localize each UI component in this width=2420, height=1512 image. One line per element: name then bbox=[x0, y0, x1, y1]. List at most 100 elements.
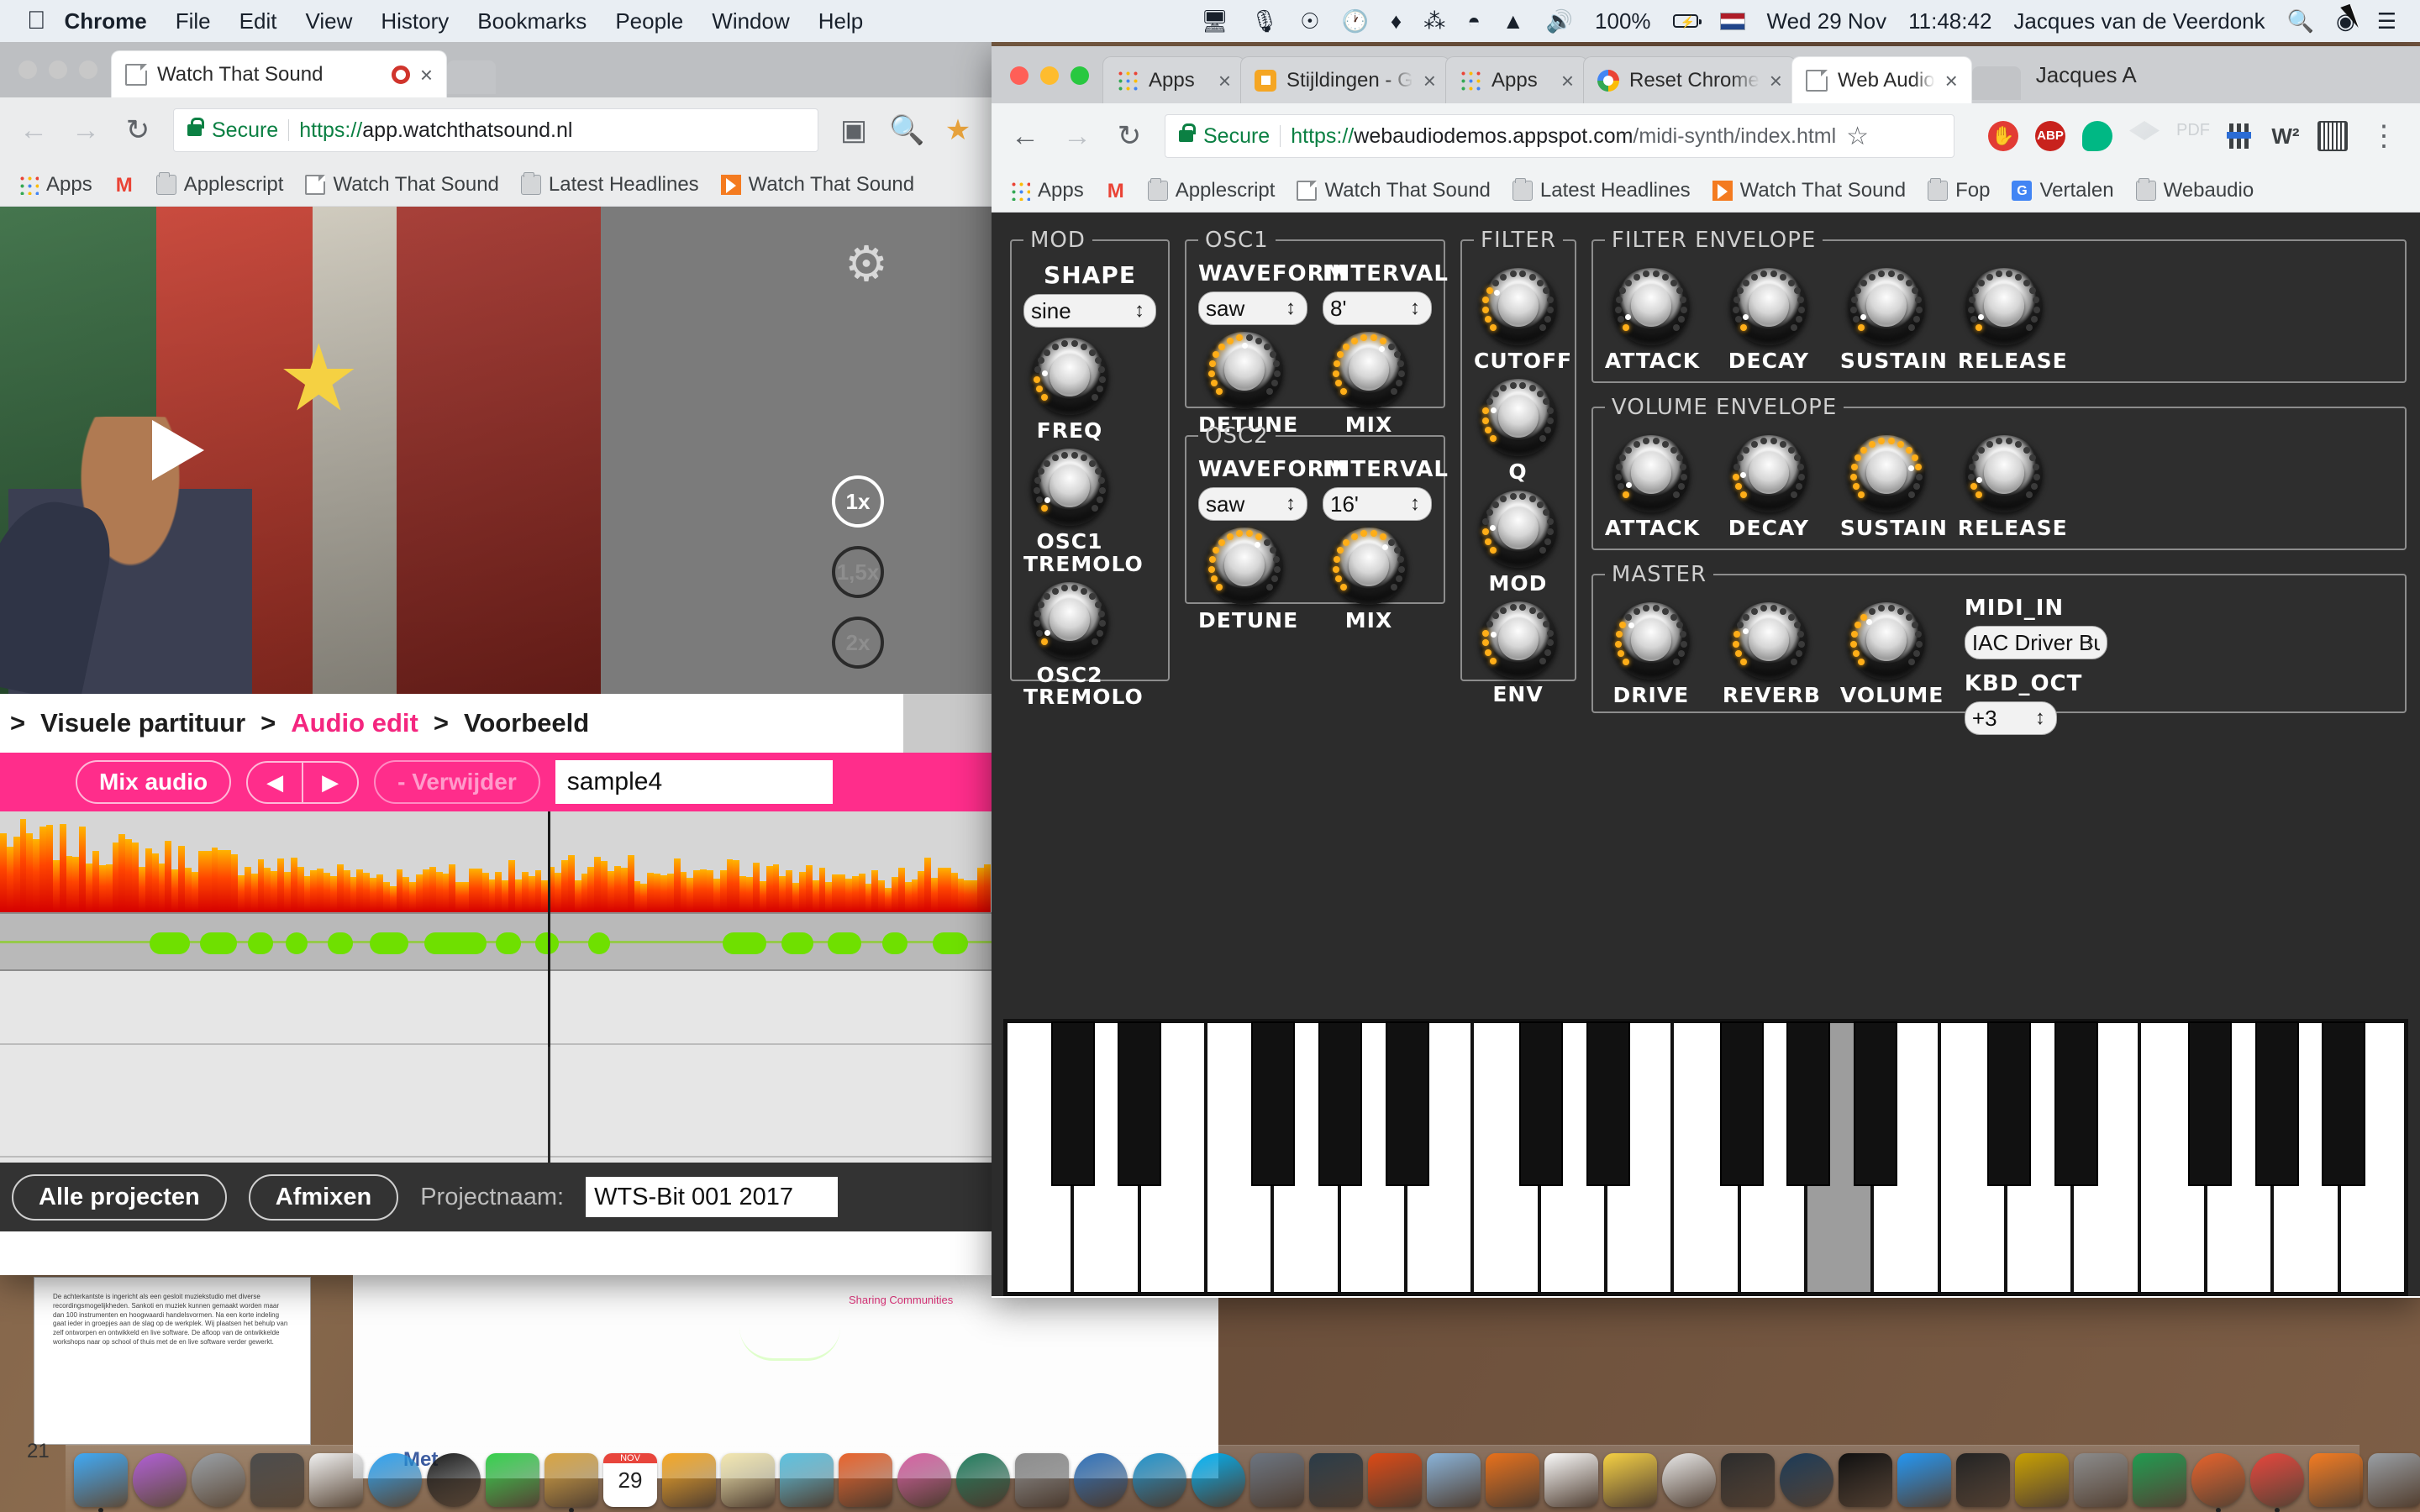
sample-blob[interactable] bbox=[781, 932, 813, 954]
kbd-oct-select[interactable]: +3 bbox=[1965, 701, 2057, 735]
dock-wts-icon[interactable] bbox=[2309, 1453, 2363, 1507]
knob-filter-env-sustain[interactable]: SUSTAIN bbox=[1840, 261, 1933, 372]
prev-sample-button[interactable]: ◀ bbox=[248, 763, 303, 802]
piano-black-key[interactable] bbox=[1854, 1021, 1897, 1186]
dock-facetime-icon[interactable] bbox=[486, 1453, 539, 1507]
knob-dial[interactable] bbox=[1480, 601, 1557, 679]
bookmark-webaudio[interactable]: Webaudio bbox=[2136, 179, 2254, 202]
mix-audio-button[interactable]: Mix audio bbox=[76, 760, 231, 804]
abp-icon[interactable]: ABP bbox=[2035, 121, 2065, 151]
time-machine-icon[interactable]: 🕐 bbox=[1342, 8, 1369, 34]
dock-notes-icon[interactable] bbox=[721, 1453, 775, 1507]
osc1-interval-select[interactable]: 32'16'8'4'2' bbox=[1323, 291, 1432, 325]
piano-black-key[interactable] bbox=[1987, 1021, 2031, 1186]
close-window-button[interactable] bbox=[1010, 66, 1028, 85]
zoom-window-button[interactable] bbox=[1071, 66, 1089, 85]
knob-dial[interactable] bbox=[1206, 528, 1283, 605]
menu-item-history[interactable]: History bbox=[381, 8, 449, 34]
sample-blob[interactable] bbox=[328, 932, 353, 954]
speed-2x-button[interactable]: 2x bbox=[832, 617, 884, 669]
bookmark-applescript[interactable]: Applescript bbox=[156, 173, 284, 197]
sample-blob[interactable] bbox=[424, 932, 487, 954]
forward-button[interactable]: → bbox=[69, 114, 103, 147]
knob-dial[interactable] bbox=[1031, 338, 1108, 415]
dock-scissors-icon[interactable] bbox=[2368, 1453, 2420, 1507]
gear-icon[interactable]: ⚙ bbox=[844, 240, 893, 289]
menubar-user[interactable]: Jacques van de Veerdonk bbox=[2013, 8, 2265, 34]
mod-shape-select[interactable]: sinesquaresawtoothtriangle bbox=[1023, 294, 1156, 328]
menu-item-people[interactable]: People bbox=[615, 8, 683, 34]
knob-master-drive[interactable]: DRIVE bbox=[1605, 596, 1697, 706]
w2-icon[interactable]: W² bbox=[2270, 121, 2301, 151]
bookmark-watch-that-sound-app[interactable]: Watch That Sound bbox=[721, 173, 914, 197]
dock-lightroom-icon[interactable] bbox=[1309, 1453, 1363, 1507]
breadcrumb-item-visuele-partituur[interactable]: Visuele partituur bbox=[40, 708, 245, 738]
bookmark-star-icon[interactable]: ★ bbox=[941, 113, 975, 147]
bookmark-latest-headlines[interactable]: Latest Headlines bbox=[521, 173, 699, 197]
dock-finder-icon[interactable] bbox=[74, 1453, 128, 1507]
video-player[interactable]: ★ bbox=[0, 207, 601, 694]
bookmark-latest-headlines[interactable]: Latest Headlines bbox=[1512, 179, 1691, 202]
project-name-input[interactable]: WTS-Bit 001 2017 bbox=[586, 1177, 838, 1217]
knob-mod-freq[interactable]: FREQ bbox=[1023, 338, 1116, 442]
search-icon[interactable]: 🔍 bbox=[2287, 8, 2314, 34]
knob-dial[interactable] bbox=[1031, 582, 1108, 659]
piano-black-key[interactable] bbox=[1251, 1021, 1295, 1186]
dropbox-icon[interactable] bbox=[2129, 121, 2160, 151]
minimize-window-button[interactable] bbox=[1040, 66, 1059, 85]
knob-vol-env-sustain[interactable]: SUSTAIN bbox=[1840, 428, 1933, 539]
chrome-window-watch-that-sound[interactable]: Watch That Sound × ← → ↻ Secure https://… bbox=[0, 40, 992, 1275]
dock-duck-icon[interactable] bbox=[1603, 1453, 1657, 1507]
sample-blob[interactable] bbox=[933, 932, 968, 954]
close-window-button[interactable] bbox=[18, 60, 37, 79]
menu-item-edit[interactable]: Edit bbox=[239, 8, 277, 34]
tab-close-button[interactable]: × bbox=[1218, 70, 1231, 92]
sample-blob[interactable] bbox=[150, 932, 190, 954]
reload-button[interactable]: ↻ bbox=[121, 113, 155, 147]
tab-close-button[interactable]: × bbox=[1561, 70, 1574, 92]
microphone-icon[interactable]: 🎙 bbox=[1250, 8, 1278, 34]
new-tab-button[interactable] bbox=[447, 60, 496, 94]
sample-blob[interactable] bbox=[882, 932, 908, 954]
reload-button[interactable]: ↻ bbox=[1113, 119, 1146, 153]
dock-safari-icon[interactable] bbox=[368, 1453, 422, 1507]
tab-apps-2[interactable]: Apps × bbox=[1445, 56, 1588, 103]
back-button[interactable]: ← bbox=[1008, 120, 1042, 153]
dock-image-icon[interactable] bbox=[1427, 1453, 1481, 1507]
profile-name-button[interactable]: Jacques A bbox=[2021, 62, 2149, 103]
knob-osc1-mix[interactable]: MIX bbox=[1323, 332, 1415, 436]
sample-blob[interactable] bbox=[370, 932, 408, 954]
sample-blob[interactable] bbox=[248, 932, 273, 954]
knob-dial[interactable] bbox=[1480, 268, 1557, 345]
knob-filter-mod[interactable]: MOD bbox=[1474, 491, 1562, 595]
battery-percent[interactable]: 100% bbox=[1595, 8, 1651, 34]
dock-ubuntu-icon[interactable] bbox=[1368, 1453, 1422, 1507]
knob-master-volume[interactable]: VOLUME bbox=[1840, 596, 1933, 706]
dock-compass-icon[interactable] bbox=[1662, 1453, 1716, 1507]
dock-keynote-icon[interactable] bbox=[1897, 1453, 1951, 1507]
piano-black-key[interactable] bbox=[1786, 1021, 1830, 1186]
menu-item-view[interactable]: View bbox=[305, 8, 352, 34]
bookmark-watch-that-sound[interactable]: Watch That Sound bbox=[1297, 179, 1490, 202]
piano-black-key[interactable] bbox=[2188, 1021, 2232, 1186]
keyboard-icon[interactable] bbox=[2317, 121, 2348, 151]
dock-warning-icon[interactable] bbox=[2015, 1453, 2069, 1507]
address-bar[interactable]: Secure https://webaudiodemos.appspot.com… bbox=[1165, 114, 1954, 158]
next-sample-button[interactable]: ▶ bbox=[303, 763, 357, 802]
bluetooth-icon[interactable]: ⁂ bbox=[1423, 8, 1445, 34]
minimize-window-button[interactable] bbox=[49, 60, 67, 79]
equalizer-icon[interactable] bbox=[2223, 121, 2254, 151]
zoom-icon[interactable]: 🔍 bbox=[889, 113, 923, 147]
knob-vol-env-attack[interactable]: ATTACK bbox=[1605, 428, 1697, 539]
sample-blob[interactable] bbox=[723, 932, 766, 954]
green-bubble-icon[interactable] bbox=[2082, 121, 2112, 151]
dock-firefox-icon[interactable] bbox=[2191, 1453, 2245, 1507]
sample-blob[interactable] bbox=[588, 932, 610, 954]
knob-vol-env-release[interactable]: RELEASE bbox=[1958, 428, 2050, 539]
tab-stijldingen[interactable]: Stijldingen - G × bbox=[1240, 56, 1450, 103]
dock-maps-icon[interactable] bbox=[780, 1453, 834, 1507]
piano-black-key[interactable] bbox=[2322, 1021, 2365, 1186]
new-tab-button[interactable] bbox=[1972, 66, 2021, 100]
dock-folder-icon[interactable] bbox=[544, 1453, 598, 1507]
piano-black-key[interactable] bbox=[2054, 1021, 2098, 1186]
